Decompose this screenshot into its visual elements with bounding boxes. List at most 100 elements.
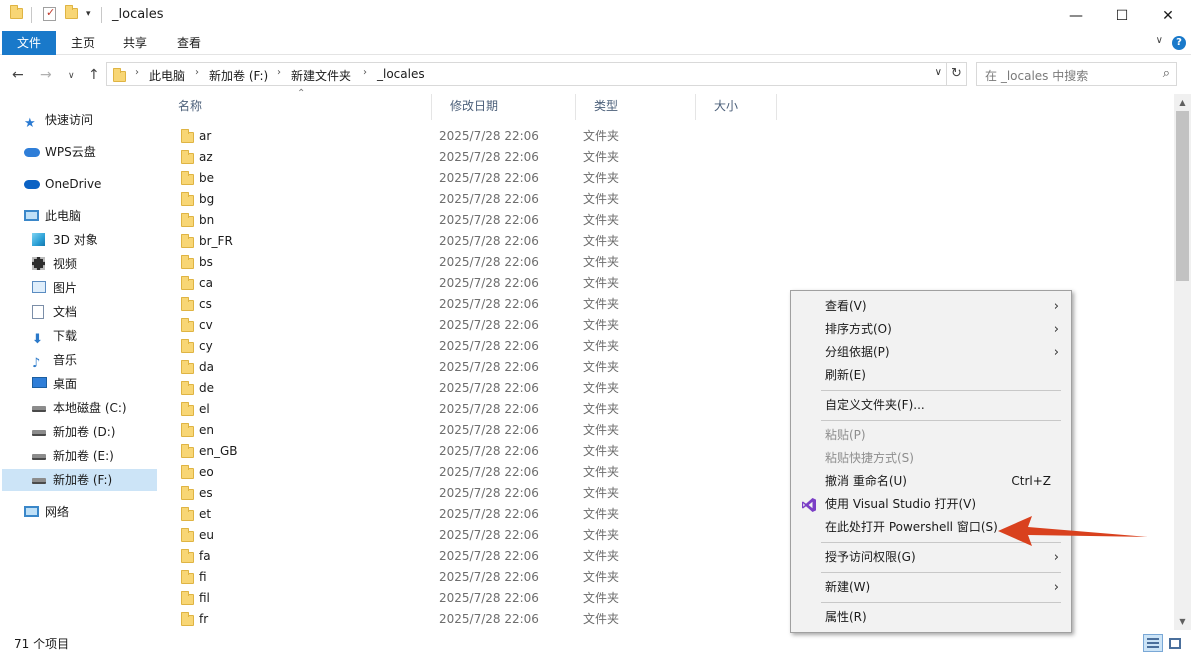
sidebar-item-drive-c[interactable]: 本地磁盘 (C:) — [32, 397, 127, 419]
forward-arrow-icon[interactable]: → — [40, 67, 52, 83]
folder-icon — [181, 591, 194, 605]
back-arrow-icon[interactable]: ← — [12, 67, 24, 83]
up-arrow-icon[interactable]: ↑ — [88, 67, 100, 83]
file-type: 文件夹 — [583, 591, 620, 605]
scroll-down-icon[interactable]: ▼ — [1174, 613, 1191, 630]
file-date: 2025/7/28 22:06 — [439, 276, 539, 290]
expand-ribbon-icon[interactable]: ∨ — [1156, 35, 1163, 46]
maximize-button[interactable]: ☐ — [1099, 0, 1145, 31]
sidebar-item-onedrive[interactable]: OneDrive — [24, 173, 101, 195]
file-name: fil — [199, 591, 210, 605]
table-row[interactable]: be 2025/7/28 22:06 文件夹 — [160, 168, 1174, 189]
network-icon — [24, 505, 40, 519]
file-type: 文件夹 — [583, 381, 620, 395]
search-input[interactable]: 在 _locales 中搜索 ⌕ — [976, 62, 1177, 86]
menu-item-view[interactable]: 查看(V) › — [793, 295, 1069, 318]
breadcrumb-new-folder[interactable]: 新建文件夹 — [291, 67, 351, 84]
search-icon[interactable]: ⌕ — [1163, 66, 1170, 81]
details-view-button[interactable] — [1143, 634, 1163, 652]
table-row[interactable]: bg 2025/7/28 22:06 文件夹 — [160, 189, 1174, 210]
details-view-icon — [1147, 638, 1159, 648]
chevron-right-icon[interactable]: › — [277, 67, 281, 78]
sidebar-item-label: WPS云盘 — [45, 145, 96, 159]
close-button[interactable]: ✕ — [1145, 0, 1191, 31]
address-bar[interactable]: › 此电脑 › 新加卷 (F:) › 新建文件夹 › _locales ∨ — [106, 62, 947, 86]
tab-file[interactable]: 文件 — [2, 31, 56, 55]
file-name: cy — [199, 339, 213, 353]
sidebar-item-this-pc[interactable]: 此电脑 — [24, 205, 81, 227]
sidebar-item-wps-cloud[interactable]: WPS云盘 — [24, 141, 96, 163]
sidebar-item-drive-f[interactable]: 新加卷 (F:) — [2, 469, 157, 491]
sidebar-item-3d-objects[interactable]: 3D 对象 — [32, 229, 98, 251]
recent-locations-icon[interactable]: ∨ — [68, 71, 75, 81]
menu-item-undo-rename[interactable]: 撤消 重命名(U) Ctrl+Z — [793, 470, 1069, 493]
file-type: 文件夹 — [583, 297, 620, 311]
sidebar-item-documents[interactable]: 文档 — [32, 301, 77, 323]
tab-share[interactable]: 共享 — [111, 31, 159, 55]
menu-divider — [821, 572, 1061, 573]
file-date: 2025/7/28 22:06 — [439, 465, 539, 479]
breadcrumb-locales[interactable]: _locales — [377, 67, 425, 81]
file-name: el — [199, 402, 210, 416]
sidebar-item-drive-e[interactable]: 新加卷 (E:) — [32, 445, 114, 467]
table-row[interactable]: bn 2025/7/28 22:06 文件夹 — [160, 210, 1174, 231]
table-row[interactable]: bs 2025/7/28 22:06 文件夹 — [160, 252, 1174, 273]
file-name: ar — [199, 129, 212, 143]
table-row[interactable]: br_FR 2025/7/28 22:06 文件夹 — [160, 231, 1174, 252]
menu-item-new[interactable]: 新建(W) › — [793, 576, 1069, 599]
column-name[interactable]: 名称 — [160, 94, 432, 120]
address-dropdown-icon[interactable]: ∨ — [935, 67, 942, 78]
tab-home[interactable]: 主页 — [59, 31, 107, 55]
column-date-modified[interactable]: 修改日期 — [432, 94, 576, 120]
minimize-button[interactable]: — — [1053, 0, 1099, 31]
menu-item-refresh[interactable]: 刷新(E) — [793, 364, 1069, 387]
quick-access-dropdown-icon[interactable]: ▾ — [86, 9, 91, 19]
column-size[interactable]: 大小 — [696, 94, 777, 120]
search-placeholder: 在 _locales 中搜索 — [985, 69, 1089, 83]
menu-item-customize-folder[interactable]: 自定义文件夹(F)... — [793, 394, 1069, 417]
file-type: 文件夹 — [583, 255, 620, 269]
file-name: cs — [199, 297, 212, 311]
sidebar-item-label: 文档 — [53, 305, 78, 319]
file-type: 文件夹 — [583, 570, 620, 584]
folder-icon — [181, 192, 194, 206]
chevron-right-icon[interactable]: › — [195, 67, 199, 78]
scroll-up-icon[interactable]: ▲ — [1174, 94, 1191, 111]
menu-item-sort-by[interactable]: 排序方式(O) › — [793, 318, 1069, 341]
sidebar-item-music[interactable]: ♪ 音乐 — [32, 349, 77, 371]
breadcrumb-drive-f[interactable]: 新加卷 (F:) — [209, 67, 268, 84]
scrollbar-thumb[interactable] — [1176, 111, 1189, 281]
file-date: 2025/7/28 22:06 — [439, 339, 539, 353]
tab-view[interactable]: 查看 — [165, 31, 213, 55]
large-icons-view-button[interactable] — [1165, 634, 1185, 652]
chevron-right-icon: › — [1053, 322, 1059, 337]
new-folder-icon[interactable] — [65, 5, 78, 19]
chevron-right-icon[interactable]: › — [363, 67, 367, 78]
file-date: 2025/7/28 22:06 — [439, 318, 539, 332]
column-type[interactable]: 类型 — [576, 94, 696, 120]
table-row[interactable]: ar 2025/7/28 22:06 文件夹 — [160, 126, 1174, 147]
sidebar-item-drive-d[interactable]: 新加卷 (D:) — [32, 421, 115, 443]
sidebar-item-network[interactable]: 网络 — [24, 501, 69, 523]
file-name: de — [199, 381, 214, 395]
menu-item-group-by[interactable]: 分组依据(P) › — [793, 341, 1069, 364]
refresh-button[interactable]: ↻ — [947, 62, 967, 86]
menu-item-properties[interactable]: 属性(R) — [793, 606, 1069, 629]
folder-icon — [181, 360, 194, 374]
sidebar-item-desktop[interactable]: 桌面 — [32, 373, 77, 395]
sidebar-item-downloads[interactable]: ⬇ 下载 — [32, 325, 77, 347]
sidebar-item-pictures[interactable]: 图片 — [32, 277, 77, 299]
properties-check-icon[interactable] — [43, 6, 56, 21]
table-row[interactable]: az 2025/7/28 22:06 文件夹 — [160, 147, 1174, 168]
menu-item-label: 刷新(E) — [825, 368, 866, 382]
sidebar-item-quick-access[interactable]: ★ 快速访问 — [24, 109, 93, 131]
vertical-scrollbar[interactable]: ▲ ▼ — [1174, 94, 1191, 630]
sidebar-item-videos[interactable]: 视频 — [32, 253, 77, 275]
chevron-right-icon[interactable]: › — [135, 67, 139, 78]
help-icon[interactable]: ? — [1172, 36, 1186, 50]
sort-ascending-icon: ⌃ — [297, 88, 306, 99]
breadcrumb-this-pc[interactable]: 此电脑 — [149, 67, 185, 84]
folder-icon — [181, 318, 194, 332]
file-type: 文件夹 — [583, 213, 620, 227]
file-date: 2025/7/28 22:06 — [439, 402, 539, 416]
